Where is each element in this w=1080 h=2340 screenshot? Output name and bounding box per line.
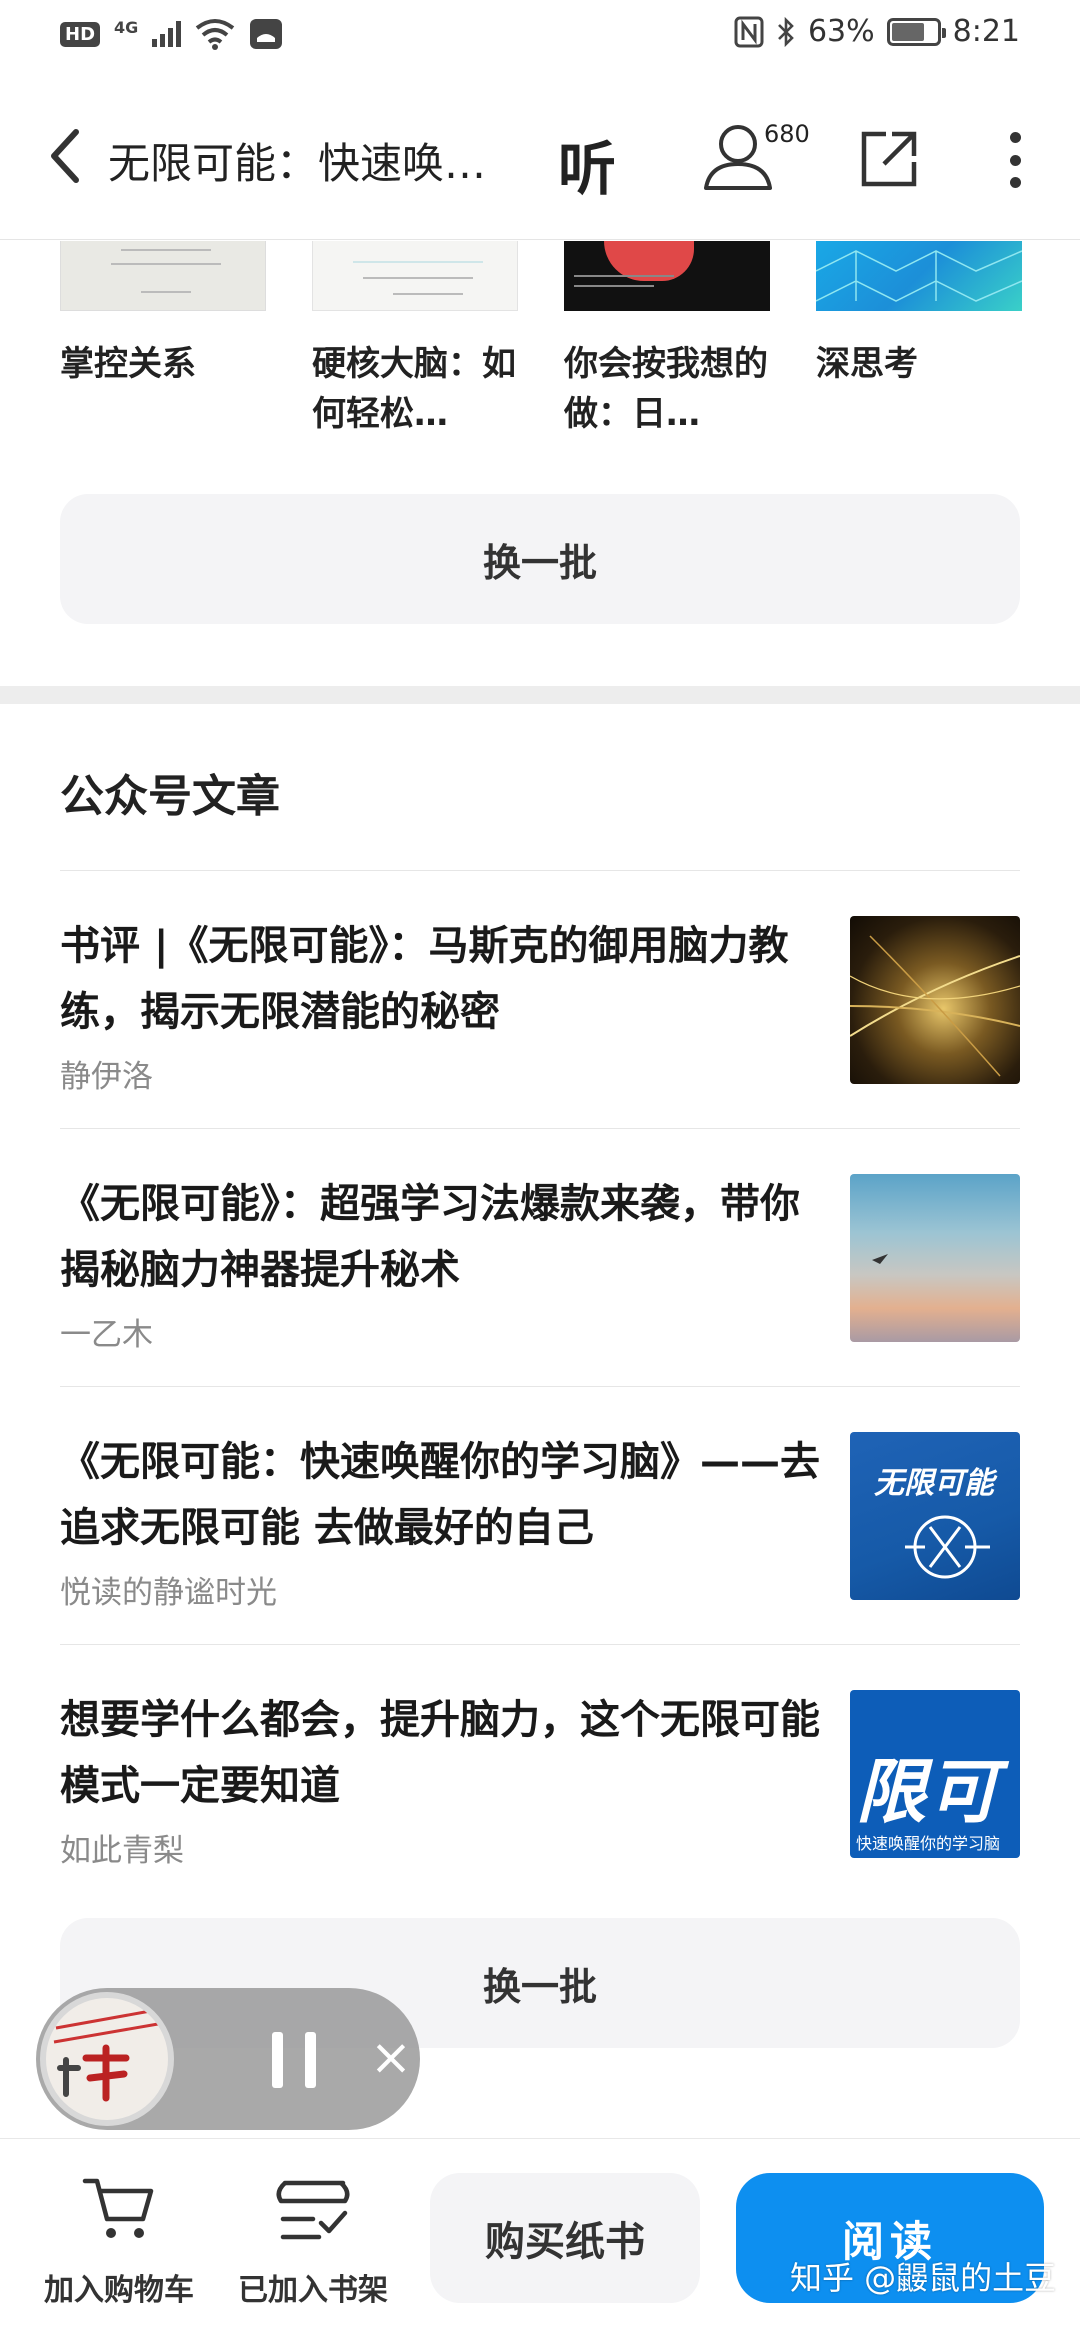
nav-bar: 无限可能：快速唤… 听 680 — [0, 100, 1080, 240]
article-author: 一乙木 — [60, 1317, 153, 1353]
added-to-shelf-button[interactable]: 已加入书架 — [228, 2173, 398, 2309]
bluetooth-icon — [778, 16, 794, 47]
refresh-books-button[interactable]: 换一批 — [60, 494, 1020, 624]
article-item[interactable]: 《无限可能：快速唤醒你的学习脑》——去追求无限可能 去做最好的自己 悦读的静谧时… — [60, 1386, 1020, 1644]
book-title: 掌控关系 — [60, 344, 196, 384]
mini-player[interactable]: × — [36, 1988, 420, 2130]
more-menu-icon[interactable] — [1006, 132, 1024, 188]
book-cover — [60, 241, 266, 311]
article-title: 书评 |《无限可能》：马斯克的御用脑力教练，揭示无限潜能的秘密 — [60, 923, 789, 1035]
section-divider — [0, 686, 1080, 704]
bottom-action-bar: 加入购物车 已加入书架 购买纸书 阅读 知乎 @鼹鼠的土豆 — [0, 2138, 1080, 2340]
page-title: 无限可能：快速唤… — [108, 139, 487, 188]
article-author: 如此青梨 — [60, 1833, 184, 1869]
thumbnail-text: 限可 — [856, 1751, 1000, 1833]
battery-icon — [886, 17, 946, 46]
status-bar: HD 4G 63% 8:21 — [0, 0, 1080, 72]
add-to-cart-label: 加入购物车 — [44, 2273, 194, 2308]
book-title: 深思考 — [816, 344, 918, 384]
book-card[interactable]: 硬核大脑：如何轻松… — [312, 241, 518, 439]
book-card[interactable]: 掌控关系 — [60, 241, 266, 389]
hd-badge: HD — [60, 21, 101, 47]
network-type: 4G — [114, 17, 139, 37]
notification-app-icon — [250, 19, 283, 49]
clock: 8:21 — [952, 14, 1020, 49]
nfc-icon — [734, 16, 764, 47]
article-author: 悦读的静谧时光 — [60, 1575, 277, 1611]
article-item[interactable]: 《无限可能》：超强学习法爆款来袭，带你揭秘脑力神器提升秘术 一乙木 — [60, 1128, 1020, 1386]
article-thumbnail — [850, 1174, 1020, 1342]
added-to-shelf-label: 已加入书架 — [238, 2273, 388, 2308]
book-cover — [312, 241, 518, 311]
section-title: 公众号文章 — [60, 771, 280, 822]
back-arrow-icon[interactable] — [44, 126, 94, 186]
status-right: 63% 8:21 — [734, 14, 1020, 49]
article-item[interactable]: 想要学什么都会，提升脑力，这个无限可能模式一定要知道 如此青梨 限可 快速唤醒你… — [60, 1644, 1020, 1902]
book-title: 你会按我想的做：日… — [564, 344, 768, 434]
article-thumbnail — [850, 916, 1020, 1084]
article-list: 书评 |《无限可能》：马斯克的御用脑力教练，揭示无限潜能的秘密 静伊洛 《无限可… — [60, 870, 1020, 1902]
article-thumbnail: 无限可能 — [850, 1432, 1020, 1600]
article-title: 《无限可能：快速唤醒你的学习脑》——去追求无限可能 去做最好的自己 — [60, 1439, 820, 1551]
book-title: 硬核大脑：如何轻松… — [312, 344, 516, 434]
book-card[interactable]: 你会按我想的做：日… — [564, 241, 770, 439]
battery-percent: 63% — [807, 14, 875, 49]
article-thumbnail: 限可 快速唤醒你的学习脑 — [850, 1690, 1020, 1858]
buy-paper-book-button[interactable]: 购买纸书 — [430, 2173, 700, 2303]
article-title: 想要学什么都会，提升脑力，这个无限可能模式一定要知道 — [60, 1697, 820, 1809]
book-cover — [816, 241, 1022, 311]
article-author: 静伊洛 — [60, 1059, 153, 1095]
thumbnail-subtext: 快速唤醒你的学习脑 — [856, 1834, 1001, 1853]
listen-button[interactable]: 听 — [558, 122, 616, 206]
article-item[interactable]: 书评 |《无限可能》：马斯克的御用脑力教练，揭示无限潜能的秘密 静伊洛 — [60, 870, 1020, 1128]
article-title: 《无限可能》：超强学习法爆款来袭，带你揭秘脑力神器提升秘术 — [60, 1181, 800, 1293]
share-icon[interactable] — [860, 130, 918, 188]
wifi-icon — [196, 19, 235, 50]
bookshelf-check-icon — [276, 2180, 350, 2240]
signal-icon — [152, 21, 182, 47]
status-left: HD 4G — [60, 18, 283, 50]
close-player-button[interactable]: × — [370, 2032, 412, 2082]
pause-button[interactable] — [272, 2032, 316, 2088]
cart-icon — [82, 2178, 154, 2238]
listener-count: 680 — [764, 120, 810, 148]
add-to-cart-button[interactable]: 加入购物车 — [34, 2173, 204, 2309]
book-cover — [564, 241, 770, 311]
book-card[interactable]: 深思考 — [816, 241, 1022, 389]
watermark: 知乎 @鼹鼠的土豆 — [790, 2259, 1057, 2297]
player-cover — [40, 1992, 174, 2126]
